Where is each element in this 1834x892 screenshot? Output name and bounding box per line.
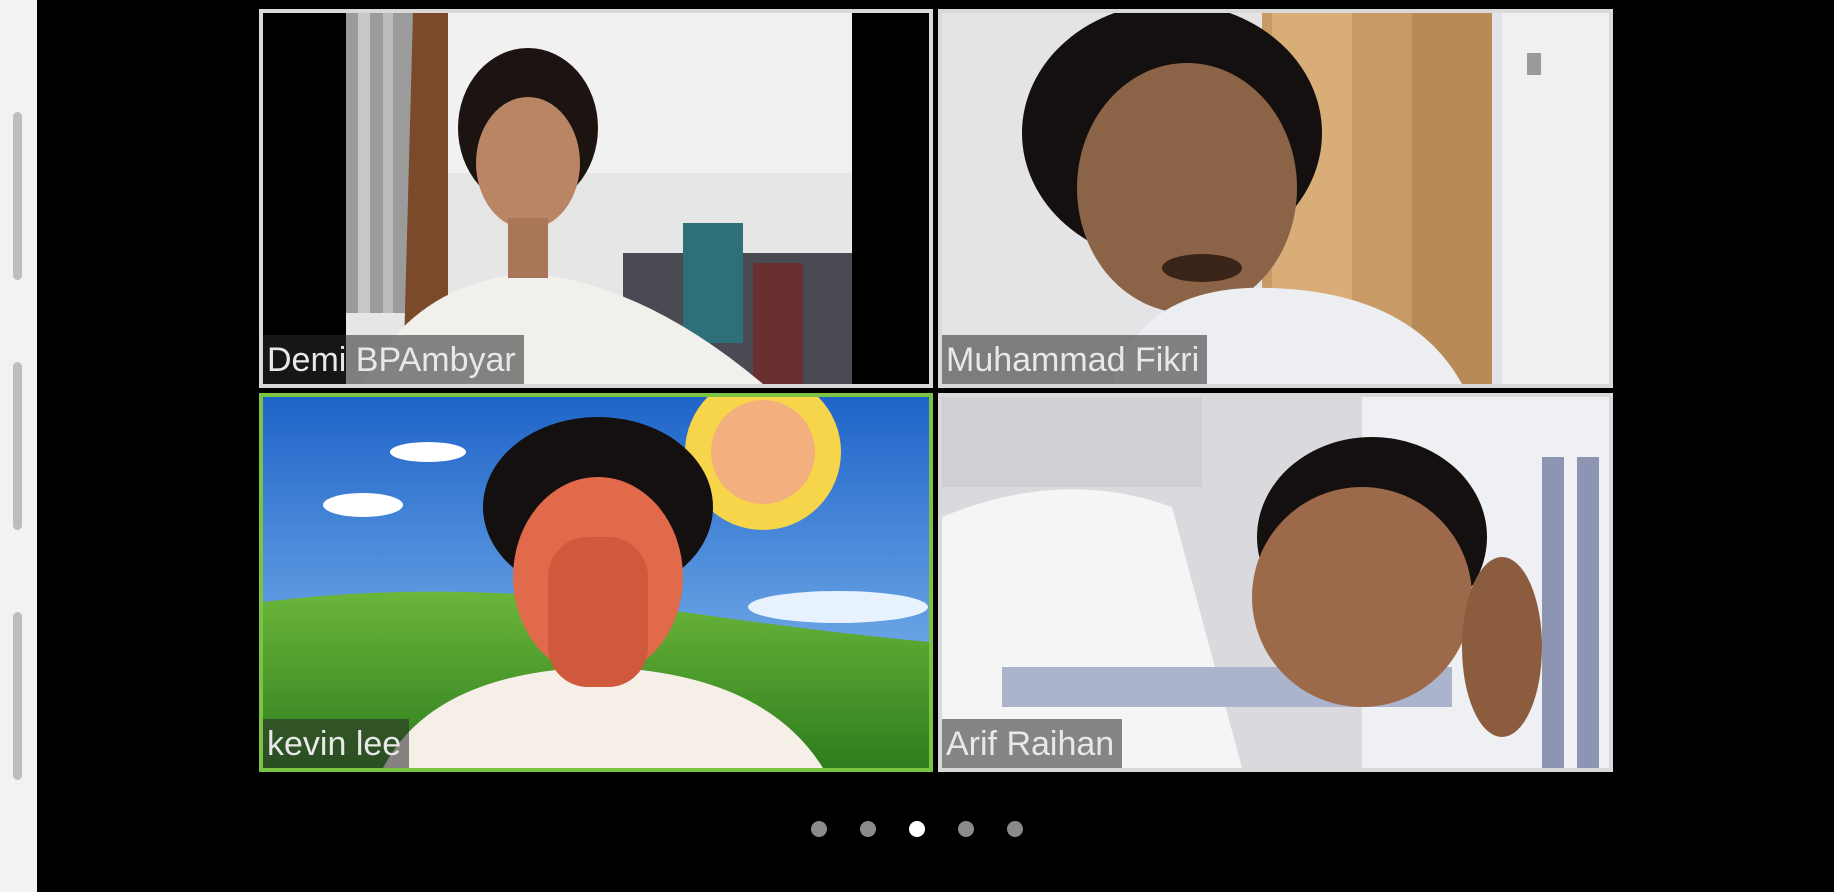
- participant-tile[interactable]: Demi BPAmbyar: [259, 9, 933, 388]
- participant-video: [942, 13, 1609, 384]
- participant-tile-active[interactable]: kevin lee: [259, 393, 933, 772]
- video-frame: [942, 13, 1609, 384]
- participant-name: kevin lee: [263, 719, 410, 768]
- page-dot-current[interactable]: [909, 821, 925, 837]
- participant-name: Demi BPAmbyar: [263, 335, 524, 384]
- participant-tile[interactable]: Arif Raihan: [938, 393, 1613, 772]
- video-frame: [942, 397, 1609, 768]
- participant-video: [942, 397, 1609, 768]
- page-dot[interactable]: [811, 821, 827, 837]
- participant-video: [263, 397, 929, 768]
- video-grid: Demi BPAmbyar Muhammad Fikri kevin lee A…: [0, 0, 1834, 892]
- page-dot[interactable]: [958, 821, 974, 837]
- video-frame: [263, 13, 929, 384]
- page-dot[interactable]: [1007, 821, 1023, 837]
- page-dot[interactable]: [860, 821, 876, 837]
- participant-tile[interactable]: Muhammad Fikri: [938, 9, 1613, 388]
- participant-name: Arif Raihan: [942, 719, 1123, 768]
- page-indicator: [0, 821, 1834, 839]
- participant-name: Muhammad Fikri: [942, 335, 1208, 384]
- video-frame: [263, 397, 929, 768]
- participant-video: [263, 13, 929, 384]
